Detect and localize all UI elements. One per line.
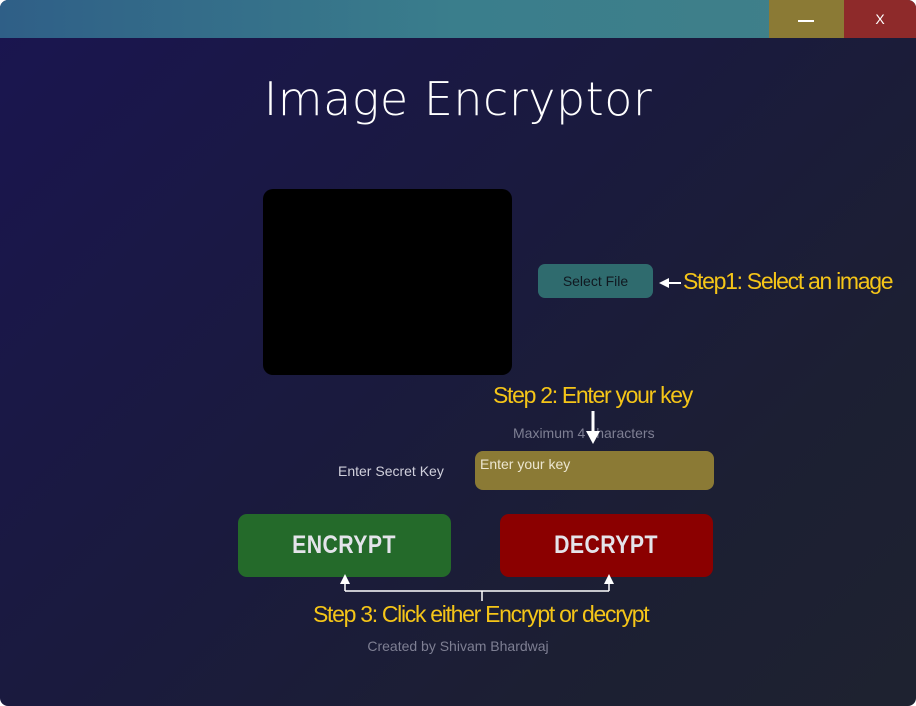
credit-text: Created by Shivam Bhardwaj [367,638,549,654]
step3-arrow-icon [340,574,614,601]
image-preview [263,189,512,375]
encrypt-button[interactable]: ENCRYPT [238,514,451,577]
secret-key-label: Enter Secret Key [338,463,444,479]
step3-annotation: Step 3: Click either Encrypt or decrypt [313,601,650,627]
max-characters-hint: Maximum 4 characters [513,425,655,441]
page-title: Image Encryptor [263,72,653,126]
decrypt-button-label: DECRYPT [554,531,659,559]
step1-arrow-icon [659,278,681,288]
minimize-button[interactable] [769,0,844,38]
step2-annotation: Step 2: Enter your key [493,382,693,408]
decrypt-button[interactable]: DECRYPT [500,514,713,577]
step1-annotation: Step1: Select an image [683,268,894,294]
encrypt-button-label: ENCRYPT [292,531,397,559]
close-button[interactable]: X [844,0,916,38]
app-window: X Image Encryptor Select File Step1: Sel… [0,0,916,706]
select-file-button[interactable]: Select File [538,264,653,298]
minimize-icon [798,20,814,22]
secret-key-input[interactable] [475,451,714,490]
